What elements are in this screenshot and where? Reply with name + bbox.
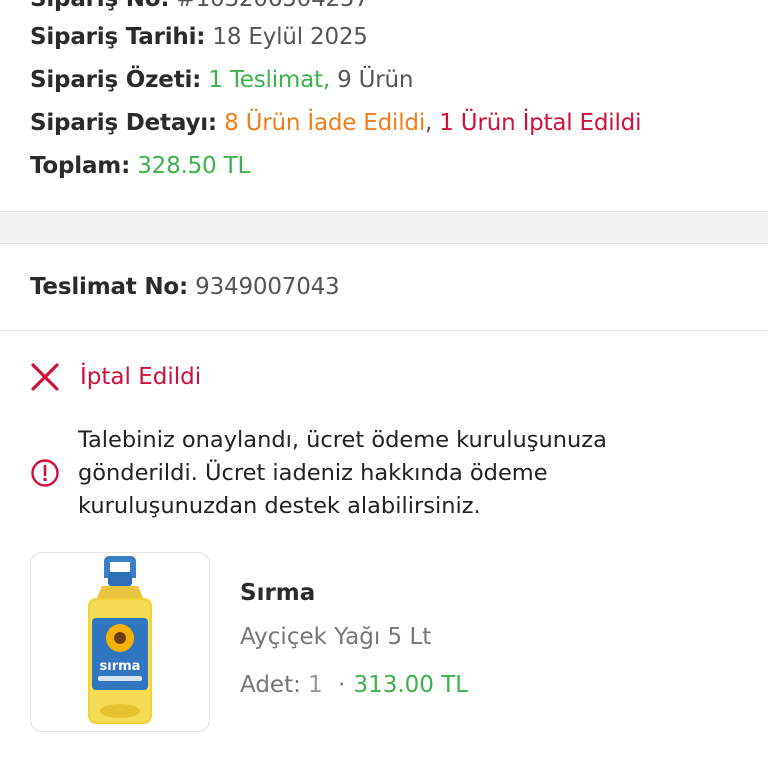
product-qty-label: Adet: bbox=[240, 672, 301, 698]
order-date-label: Sipariş Tarihi: bbox=[30, 24, 206, 50]
oil-bottle-image: sırma bbox=[88, 556, 152, 724]
order-no-label: Sipariş No: bbox=[30, 0, 170, 12]
order-detail-row: Sipariş Detayı: 8 Ürün İade Edildi, 1 Ür… bbox=[30, 110, 641, 136]
order-no-value: #103206504257 bbox=[177, 0, 369, 12]
order-date-value: 18 Eylül 2025 bbox=[212, 24, 368, 50]
delivery-no-label: Teslimat No: bbox=[30, 274, 189, 300]
product-brand: Sırma bbox=[240, 580, 316, 606]
product-name: Ayçiçek Yağı 5 Lt bbox=[240, 624, 432, 650]
order-date-row: Sipariş Tarihi: 18 Eylül 2025 bbox=[30, 24, 368, 50]
info-icon bbox=[31, 459, 59, 487]
order-detail-cancelled: 1 Ürün İptal Edildi bbox=[439, 110, 642, 136]
order-summary-card: Sipariş No: #103206504257 Sipariş Tarihi… bbox=[0, 0, 768, 212]
order-total-value: 328.50 TL bbox=[137, 153, 251, 179]
order-summary-deliveries: 1 Teslimat, bbox=[208, 67, 330, 93]
delivery-status-text: İptal Edildi bbox=[80, 364, 202, 390]
delivery-status: İptal Edildi bbox=[30, 362, 201, 392]
product-meta-separator: · bbox=[338, 672, 346, 698]
order-no-row: Sipariş No: #103206504257 bbox=[30, 0, 369, 12]
order-total-row: Toplam: 328.50 TL bbox=[30, 153, 250, 179]
delivery-no-value: 9349007043 bbox=[195, 274, 340, 300]
order-summary-items: 9 Ürün bbox=[337, 67, 414, 93]
order-total-label: Toplam: bbox=[30, 153, 131, 179]
delivery-no-row: Teslimat No: 9349007043 bbox=[30, 274, 340, 300]
delivery-header: Teslimat No: 9349007043 bbox=[0, 244, 768, 331]
order-summary-label: Sipariş Özeti: bbox=[30, 67, 202, 93]
product-qty-value: 1 bbox=[308, 672, 323, 698]
refund-info-text: Talebiniz onaylandı, ücret ödeme kuruluş… bbox=[78, 427, 607, 519]
order-summary-row: Sipariş Özeti: 1 Teslimat, 9 Ürün bbox=[30, 67, 413, 93]
product-image-brand: sırma bbox=[100, 659, 141, 674]
product-thumbnail[interactable]: sırma bbox=[30, 552, 210, 732]
delivery-card: Teslimat No: 9349007043 İptal Edildi Tal… bbox=[0, 243, 768, 768]
order-detail-label: Sipariş Detayı: bbox=[30, 110, 217, 136]
product-meta: Adet: 1 · 313.00 TL bbox=[240, 672, 468, 698]
close-icon bbox=[31, 363, 59, 391]
order-detail-separator: , bbox=[425, 110, 433, 136]
product-price: 313.00 TL bbox=[353, 672, 469, 698]
order-detail-returned: 8 Ürün İade Edildi bbox=[224, 110, 426, 136]
